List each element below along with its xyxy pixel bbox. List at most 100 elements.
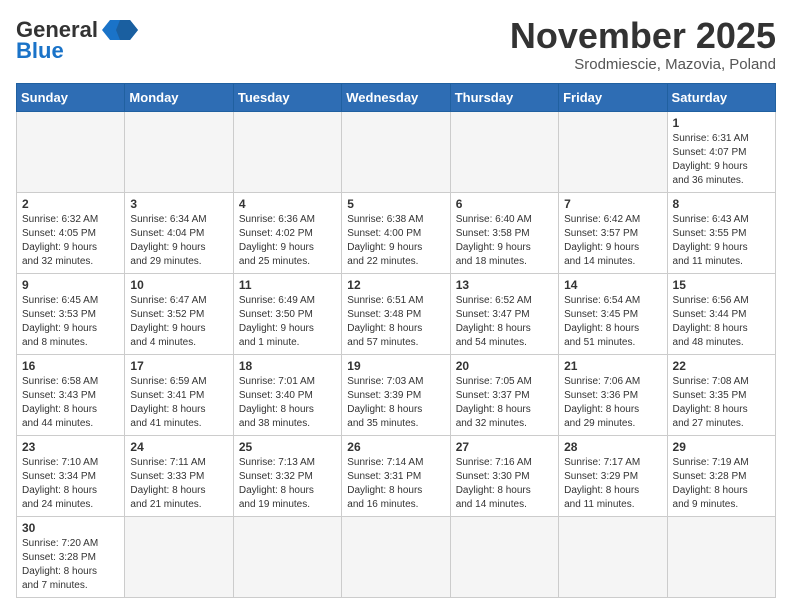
day-number: 16 <box>22 359 119 373</box>
calendar-header: SundayMondayTuesdayWednesdayThursdayFrid… <box>17 83 776 111</box>
day-info: Sunrise: 6:49 AMSunset: 3:50 PMDaylight:… <box>239 294 336 350</box>
calendar-cell: 17 Sunrise: 6:59 AMSunset: 3:41 PMDayligh… <box>125 354 233 435</box>
day-info: Sunrise: 7:20 AMSunset: 3:28 PMDaylight:… <box>22 537 119 593</box>
calendar-cell: 1 Sunrise: 6:31 AMSunset: 4:07 PMDaylight… <box>667 111 775 192</box>
day-info: Sunrise: 6:51 AMSunset: 3:48 PMDaylight:… <box>347 294 444 350</box>
day-info: Sunrise: 6:34 AMSunset: 4:04 PMDaylight:… <box>130 213 227 269</box>
calendar-cell: 6 Sunrise: 6:40 AMSunset: 3:58 PMDaylight… <box>450 192 558 273</box>
day-info: Sunrise: 7:13 AMSunset: 3:32 PMDaylight:… <box>239 456 336 512</box>
day-number: 14 <box>564 278 661 292</box>
calendar-cell: 24 Sunrise: 7:11 AMSunset: 3:33 PMDayligh… <box>125 435 233 516</box>
day-info: Sunrise: 7:11 AMSunset: 3:33 PMDaylight:… <box>130 456 227 512</box>
day-number: 6 <box>456 197 553 211</box>
header: General Blue November 2025 Srodmiescie, … <box>16 16 776 73</box>
day-info: Sunrise: 6:42 AMSunset: 3:57 PMDaylight:… <box>564 213 661 269</box>
calendar-cell: 29 Sunrise: 7:19 AMSunset: 3:28 PMDayligh… <box>667 435 775 516</box>
calendar-cell <box>125 111 233 192</box>
day-number: 29 <box>673 440 770 454</box>
calendar-cell: 18Sunrise: 7:01 AMSunset: 3:40 PMDayligh… <box>233 354 341 435</box>
day-info: Sunrise: 7:17 AMSunset: 3:29 PMDaylight:… <box>564 456 661 512</box>
logo: General Blue <box>16 16 138 64</box>
calendar-cell: 21Sunrise: 7:06 AMSunset: 3:36 PMDayligh… <box>559 354 667 435</box>
day-info: Sunrise: 6:45 AMSunset: 3:53 PMDaylight:… <box>22 294 119 350</box>
day-number: 17 <box>130 359 227 373</box>
day-info: Sunrise: 6:58 AMSunset: 3:43 PMDaylight:… <box>22 375 119 431</box>
calendar-cell: 30 Sunrise: 7:20 AMSunset: 3:28 PMDayligh… <box>17 516 125 597</box>
day-number: 10 <box>130 278 227 292</box>
title-area: November 2025 Srodmiescie, Mazovia, Pola… <box>510 16 776 73</box>
day-info: Sunrise: 6:59 AMSunset: 3:41 PMDaylight:… <box>130 375 227 431</box>
logo-icon <box>102 16 138 44</box>
day-number: 9 <box>22 278 119 292</box>
weekday-header-saturday: Saturday <box>667 83 775 111</box>
calendar-cell <box>450 516 558 597</box>
day-number: 8 <box>673 197 770 211</box>
logo-blue-text: Blue <box>16 38 64 64</box>
calendar-cell <box>342 516 450 597</box>
calendar-cell <box>667 516 775 597</box>
calendar-cell: 20 Sunrise: 7:05 AMSunset: 3:37 PMDayligh… <box>450 354 558 435</box>
day-info: Sunrise: 6:47 AMSunset: 3:52 PMDaylight:… <box>130 294 227 350</box>
day-number: 12 <box>347 278 444 292</box>
weekday-header-tuesday: Tuesday <box>233 83 341 111</box>
day-info: Sunrise: 6:36 AMSunset: 4:02 PMDaylight:… <box>239 213 336 269</box>
calendar-cell: 12 Sunrise: 6:51 AMSunset: 3:48 PMDayligh… <box>342 273 450 354</box>
calendar-cell: 14 Sunrise: 6:54 AMSunset: 3:45 PMDayligh… <box>559 273 667 354</box>
calendar-cell: 8 Sunrise: 6:43 AMSunset: 3:55 PMDaylight… <box>667 192 775 273</box>
calendar-cell: 10 Sunrise: 6:47 AMSunset: 3:52 PMDayligh… <box>125 273 233 354</box>
calendar-cell: 4 Sunrise: 6:36 AMSunset: 4:02 PMDaylight… <box>233 192 341 273</box>
day-info: Sunrise: 6:54 AMSunset: 3:45 PMDaylight:… <box>564 294 661 350</box>
day-info: Sunrise: 6:40 AMSunset: 3:58 PMDaylight:… <box>456 213 553 269</box>
day-number: 24 <box>130 440 227 454</box>
day-number: 20 <box>456 359 553 373</box>
day-info: Sunrise: 6:43 AMSunset: 3:55 PMDaylight:… <box>673 213 770 269</box>
calendar-week-0: 1 Sunrise: 6:31 AMSunset: 4:07 PMDaylight… <box>17 111 776 192</box>
calendar-body: 1 Sunrise: 6:31 AMSunset: 4:07 PMDaylight… <box>17 111 776 597</box>
day-info: Sunrise: 7:19 AMSunset: 3:28 PMDaylight:… <box>673 456 770 512</box>
day-info: Sunrise: 7:08 AMSunset: 3:35 PMDaylight:… <box>673 375 770 431</box>
day-number: 22 <box>673 359 770 373</box>
calendar-cell <box>233 111 341 192</box>
day-number: 28 <box>564 440 661 454</box>
calendar-cell <box>450 111 558 192</box>
calendar-week-3: 16 Sunrise: 6:58 AMSunset: 3:43 PMDayligh… <box>17 354 776 435</box>
day-number: 13 <box>456 278 553 292</box>
day-info: Sunrise: 6:32 AMSunset: 4:05 PMDaylight:… <box>22 213 119 269</box>
day-number: 4 <box>239 197 336 211</box>
day-info: Sunrise: 6:56 AMSunset: 3:44 PMDaylight:… <box>673 294 770 350</box>
day-number: 2 <box>22 197 119 211</box>
day-number: 1 <box>673 116 770 130</box>
day-number: 21 <box>564 359 661 373</box>
calendar-cell: 19Sunrise: 7:03 AMSunset: 3:39 PMDayligh… <box>342 354 450 435</box>
day-number: 26 <box>347 440 444 454</box>
day-number: 7 <box>564 197 661 211</box>
calendar-cell: 23Sunrise: 7:10 AMSunset: 3:34 PMDayligh… <box>17 435 125 516</box>
day-number: 30 <box>22 521 119 535</box>
calendar-cell <box>559 516 667 597</box>
month-title: November 2025 <box>510 16 776 56</box>
day-info: Sunrise: 7:03 AMSunset: 3:39 PMDaylight:… <box>347 375 444 431</box>
day-info: Sunrise: 7:01 AMSunset: 3:40 PMDaylight:… <box>239 375 336 431</box>
calendar-cell: 3Sunrise: 6:34 AMSunset: 4:04 PMDaylight… <box>125 192 233 273</box>
calendar-cell: 15 Sunrise: 6:56 AMSunset: 3:44 PMDayligh… <box>667 273 775 354</box>
calendar-cell: 25 Sunrise: 7:13 AMSunset: 3:32 PMDayligh… <box>233 435 341 516</box>
day-info: Sunrise: 7:16 AMSunset: 3:30 PMDaylight:… <box>456 456 553 512</box>
weekday-header-sunday: Sunday <box>17 83 125 111</box>
day-number: 11 <box>239 278 336 292</box>
calendar-week-5: 30 Sunrise: 7:20 AMSunset: 3:28 PMDayligh… <box>17 516 776 597</box>
calendar-cell <box>559 111 667 192</box>
day-number: 27 <box>456 440 553 454</box>
day-number: 25 <box>239 440 336 454</box>
weekday-header-wednesday: Wednesday <box>342 83 450 111</box>
day-number: 15 <box>673 278 770 292</box>
day-info: Sunrise: 6:38 AMSunset: 4:00 PMDaylight:… <box>347 213 444 269</box>
weekday-header-friday: Friday <box>559 83 667 111</box>
calendar-cell: 2 Sunrise: 6:32 AMSunset: 4:05 PMDaylight… <box>17 192 125 273</box>
calendar-week-4: 23Sunrise: 7:10 AMSunset: 3:34 PMDayligh… <box>17 435 776 516</box>
weekday-header-row: SundayMondayTuesdayWednesdayThursdayFrid… <box>17 83 776 111</box>
calendar-cell <box>233 516 341 597</box>
day-info: Sunrise: 7:05 AMSunset: 3:37 PMDaylight:… <box>456 375 553 431</box>
weekday-header-monday: Monday <box>125 83 233 111</box>
day-info: Sunrise: 6:52 AMSunset: 3:47 PMDaylight:… <box>456 294 553 350</box>
day-info: Sunrise: 6:31 AMSunset: 4:07 PMDaylight:… <box>673 132 770 188</box>
